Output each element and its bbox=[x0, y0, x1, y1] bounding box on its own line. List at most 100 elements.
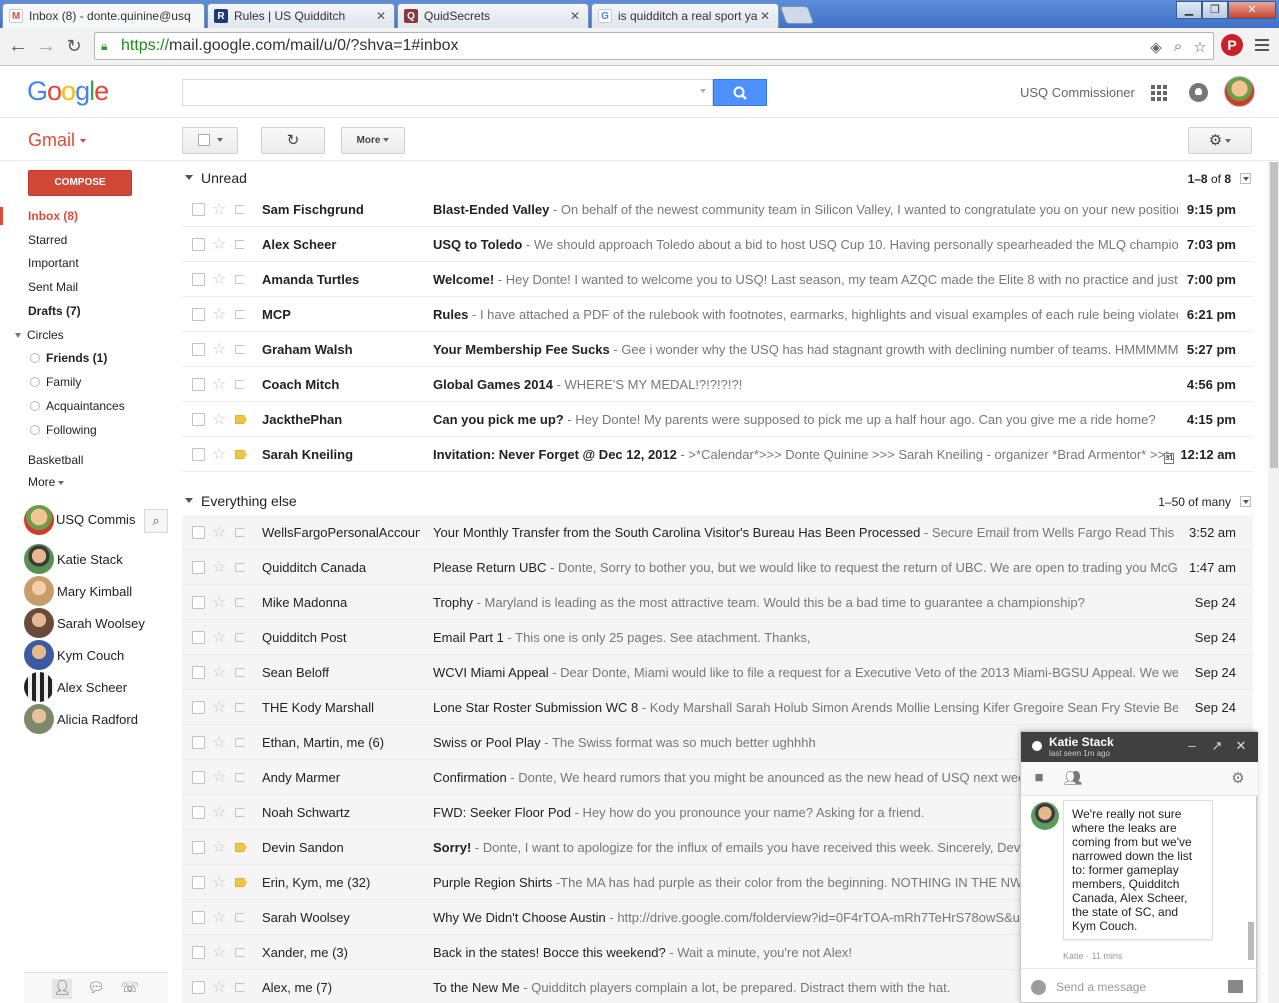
mail-row[interactable]: ☆ WellsFargoPersonalAccoun Your Monthly Tr… bbox=[182, 515, 1253, 550]
row-checkbox[interactable] bbox=[192, 448, 205, 461]
contact-alex-scheer[interactable]: Alex Scheer bbox=[24, 672, 168, 702]
back-icon[interactable]: ← bbox=[6, 34, 30, 58]
sidebar-circle-following[interactable]: Following bbox=[30, 423, 97, 437]
importance-marker-icon[interactable] bbox=[235, 633, 247, 642]
tab-google-search[interactable]: G is quidditch a real sport ya ✕ bbox=[591, 3, 779, 28]
importance-marker-icon[interactable] bbox=[235, 450, 247, 459]
mail-row[interactable]: ☆ Graham Walsh Your Membership Fee Sucks -… bbox=[182, 332, 1253, 367]
star-icon[interactable]: ☆ bbox=[212, 199, 226, 219]
row-checkbox[interactable] bbox=[192, 273, 205, 286]
forward-icon[interactable]: → bbox=[34, 34, 58, 58]
row-checkbox[interactable] bbox=[192, 771, 205, 784]
row-checkbox[interactable] bbox=[192, 911, 205, 924]
star-icon[interactable]: ☆ bbox=[212, 269, 226, 289]
chat-scrollbar[interactable] bbox=[1248, 922, 1254, 960]
row-checkbox[interactable] bbox=[192, 876, 205, 889]
section-unread-header[interactable]: Unread 1–8 of 8 bbox=[182, 162, 1253, 192]
row-checkbox[interactable] bbox=[192, 561, 205, 574]
mail-row[interactable]: ☆ Sam Fischgrund Blast-Ended Valley - On b… bbox=[182, 192, 1253, 227]
apps-grid-icon[interactable] bbox=[1151, 85, 1167, 101]
zoom-icon[interactable]: ⌕ bbox=[1169, 38, 1187, 56]
star-icon[interactable]: ☆ bbox=[212, 977, 226, 997]
star-icon[interactable]: ☆ bbox=[212, 339, 226, 359]
row-checkbox[interactable] bbox=[192, 238, 205, 251]
tab-inbox[interactable]: M Inbox (8) - donte.quinine@usq bbox=[2, 3, 205, 28]
image-icon[interactable] bbox=[1228, 980, 1243, 993]
address-bar[interactable]: 🔒︎ https://mail.google.com/mail/u/0/?shv… bbox=[94, 32, 1214, 60]
sidebar-item-basketball[interactable]: Basketball bbox=[28, 453, 83, 467]
mail-row[interactable]: ☆ Amanda Turtles Welcome! - Hey Donte! I w… bbox=[182, 262, 1253, 297]
contact-kym-couch[interactable]: Kym Couch bbox=[24, 640, 168, 670]
mail-row[interactable]: ☆ Sarah Kneiling Invitation: Never Forget … bbox=[182, 437, 1253, 472]
row-checkbox[interactable] bbox=[192, 526, 205, 539]
star-icon[interactable]: ☆ bbox=[212, 872, 226, 892]
emoji-icon[interactable] bbox=[1031, 980, 1046, 995]
refresh-button[interactable]: ↻ bbox=[261, 127, 325, 154]
pinterest-icon[interactable]: P bbox=[1221, 34, 1243, 56]
more-actions-button[interactable]: More bbox=[341, 127, 405, 154]
settings-button[interactable]: ⚙ bbox=[1188, 127, 1252, 154]
star-icon[interactable]: ☆ bbox=[212, 374, 226, 394]
mail-row[interactable]: ☆ JackthePhan Can you pick me up? - Hey Do… bbox=[182, 402, 1253, 437]
section-everything-header[interactable]: Everything else 1–50 of many bbox=[182, 485, 1253, 515]
message-input[interactable]: Send a message bbox=[1056, 980, 1146, 994]
new-tab-button[interactable] bbox=[779, 6, 815, 24]
minimize-window-button[interactable]: ▁ bbox=[1176, 1, 1202, 19]
importance-marker-icon[interactable] bbox=[235, 703, 247, 712]
chat-self-status[interactable]: USQ Commis ⌕ bbox=[24, 505, 168, 535]
star-icon[interactable]: ☆ bbox=[212, 732, 226, 752]
row-checkbox[interactable] bbox=[192, 413, 205, 426]
sidebar-circle-friends[interactable]: Friends (1) bbox=[30, 351, 107, 365]
importance-marker-icon[interactable] bbox=[235, 913, 247, 922]
importance-marker-icon[interactable] bbox=[235, 773, 247, 782]
star-icon[interactable]: ☆ bbox=[212, 409, 226, 429]
popout-chat-icon[interactable]: ↗ bbox=[1210, 738, 1224, 754]
sidebar-item-starred[interactable]: Starred bbox=[28, 233, 67, 247]
sidebar-item-drafts[interactable]: Drafts (7) bbox=[28, 304, 81, 318]
sidebar-more[interactable]: More bbox=[28, 475, 65, 489]
google-logo[interactable]: Google bbox=[27, 76, 109, 107]
search-people-icon[interactable]: ⌕ bbox=[144, 509, 168, 533]
importance-marker-icon[interactable] bbox=[235, 528, 247, 537]
compose-button[interactable]: COMPOSE bbox=[28, 170, 132, 196]
reload-icon[interactable]: ↻ bbox=[62, 34, 86, 58]
section-options-icon[interactable] bbox=[1240, 173, 1251, 184]
sidebar-item-circles[interactable]: Circles bbox=[15, 328, 64, 342]
contact-katie-stack[interactable]: Katie Stack bbox=[24, 544, 168, 574]
select-all-dropdown[interactable] bbox=[182, 127, 238, 154]
scrollbar-thumb[interactable] bbox=[1270, 162, 1278, 468]
importance-marker-icon[interactable] bbox=[235, 275, 247, 284]
star-icon[interactable]: ☆ bbox=[212, 304, 226, 324]
hangouts-icon[interactable]: 💬︎ bbox=[86, 979, 106, 999]
contact-mary-kimball[interactable]: Mary Kimball bbox=[24, 576, 168, 606]
importance-marker-icon[interactable] bbox=[235, 598, 247, 607]
star-icon[interactable]: ☆ bbox=[212, 767, 226, 787]
importance-marker-icon[interactable] bbox=[235, 738, 247, 747]
close-tab-icon[interactable]: ✕ bbox=[374, 9, 388, 23]
row-checkbox[interactable] bbox=[192, 631, 205, 644]
add-person-icon[interactable]: 👥︎ bbox=[1063, 769, 1083, 789]
phone-icon[interactable]: ☏ bbox=[120, 979, 140, 999]
close-tab-icon[interactable]: ✕ bbox=[758, 9, 772, 23]
account-name[interactable]: USQ Commissioner bbox=[1020, 85, 1135, 100]
importance-marker-icon[interactable] bbox=[235, 310, 247, 319]
importance-marker-icon[interactable] bbox=[235, 415, 247, 424]
row-checkbox[interactable] bbox=[192, 378, 205, 391]
maximize-window-button[interactable]: ❐ bbox=[1202, 1, 1228, 19]
mail-row[interactable]: ☆ Coach Mitch Global Games 2014 - WHERE'S … bbox=[182, 367, 1253, 402]
mail-row[interactable]: ☆ Mike Madonna Trophy - Maryland is leadin… bbox=[182, 585, 1253, 620]
importance-marker-icon[interactable] bbox=[235, 983, 247, 992]
mail-row[interactable]: ☆ MCP Rules - I have attached a PDF of the… bbox=[182, 297, 1253, 332]
close-window-button[interactable]: ✕ bbox=[1228, 1, 1276, 19]
row-checkbox[interactable] bbox=[192, 946, 205, 959]
row-checkbox[interactable] bbox=[192, 343, 205, 356]
search-input[interactable] bbox=[183, 80, 683, 105]
row-checkbox[interactable] bbox=[192, 203, 205, 216]
chat-title-bar[interactable]: Katie Stack last seen 1m ago ‒ ↗ ✕ bbox=[1021, 732, 1258, 762]
gear-icon[interactable]: ⚙ bbox=[1228, 769, 1248, 789]
close-chat-icon[interactable]: ✕ bbox=[1234, 738, 1248, 754]
importance-marker-icon[interactable] bbox=[235, 345, 247, 354]
notifications-icon[interactable] bbox=[1189, 83, 1208, 102]
minimize-chat-icon[interactable]: ‒ bbox=[1185, 738, 1199, 754]
star-icon[interactable]: ☆ bbox=[212, 697, 226, 717]
